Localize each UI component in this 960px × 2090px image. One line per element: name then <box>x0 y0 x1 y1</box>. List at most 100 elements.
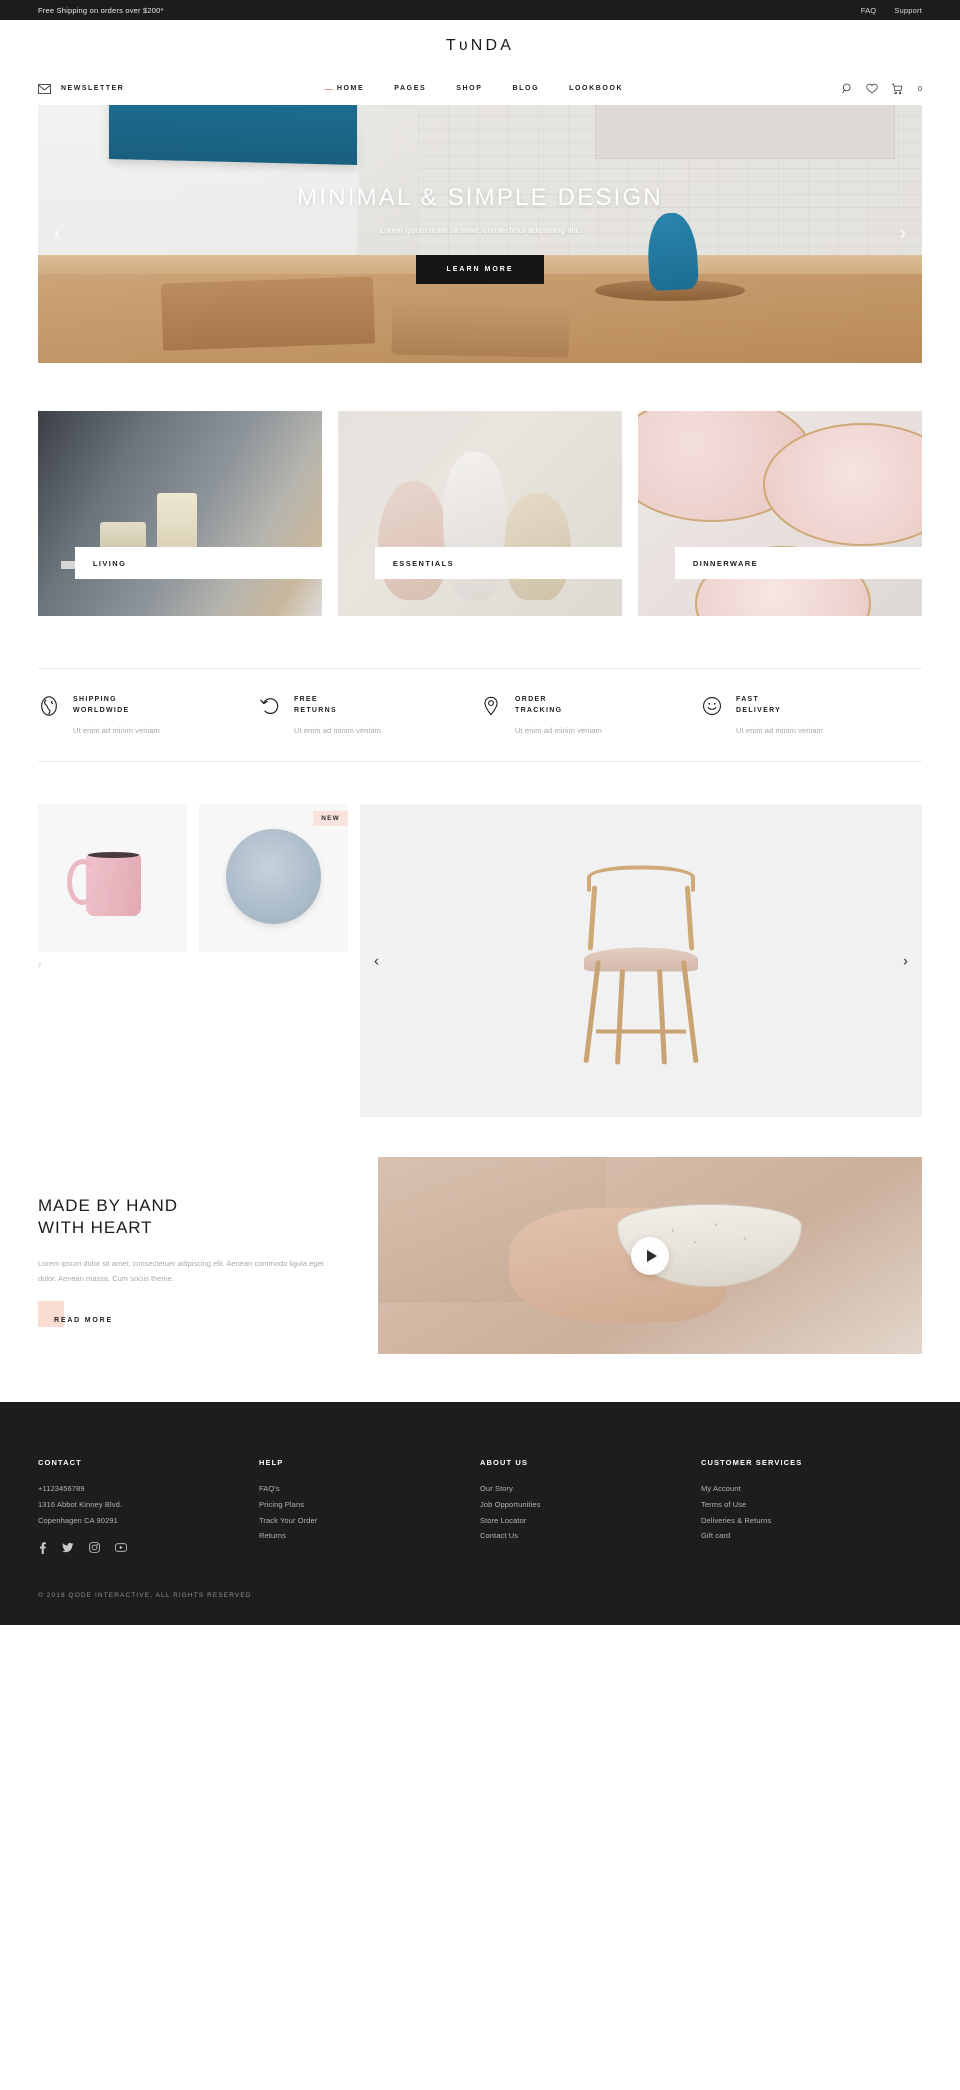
service-description: Ut enim ad minim veniam <box>515 726 602 735</box>
topbar-link-support[interactable]: Support <box>894 6 922 15</box>
hero-subtitle: Lorem ipsum dolor sit amet, consectetur … <box>379 225 581 235</box>
footer-column-about-us: ABOUT US Our Story Job Opportunities Sto… <box>480 1458 701 1554</box>
product-card-mug[interactable] <box>38 804 187 952</box>
product-image-blue-plate <box>225 829 322 924</box>
footer-link[interactable]: Track Your Order <box>259 1513 480 1529</box>
carousel-prev-arrow[interactable]: ‹ <box>374 953 379 968</box>
footer-link[interactable]: Our Story <box>480 1481 701 1497</box>
footer-link[interactable]: Deliveries & Returns <box>701 1513 922 1529</box>
divider-bottom <box>38 761 922 762</box>
service-free-returns: FREE RETURNS Ut enim ad minim veniam <box>259 695 480 735</box>
main-navigation: NEWSLETTER HOME PAGES SHOP BLOG LOOKBOOK… <box>0 72 960 105</box>
cart-icon[interactable] <box>891 83 903 95</box>
category-label-living: LIVING <box>74 547 322 580</box>
category-label-text: ESSENTIALS <box>392 558 454 568</box>
read-more-label: READ MORE <box>54 1316 113 1324</box>
footer-heading: CUSTOMER SERVICES <box>701 1458 803 1467</box>
category-card-essentials[interactable]: ESSENTIALS <box>338 411 622 616</box>
footer-link[interactable]: Job Opportunities <box>480 1497 701 1513</box>
footer-link[interactable]: Pricing Plans <box>259 1497 480 1513</box>
logo-row: TᴜNDA <box>0 20 960 72</box>
hero-learn-more-button[interactable]: LEARN MORE <box>416 254 544 284</box>
services-section: SHIPPING WORLDWIDE Ut enim ad minim veni… <box>38 668 922 762</box>
twitter-icon[interactable] <box>62 1542 74 1554</box>
footer-phone: +1123456789 <box>38 1484 85 1493</box>
hero-slider: ‹ › MINIMAL & SIMPLE DESIGN Lorem ipsum … <box>38 105 922 363</box>
new-badge: NEW <box>313 811 348 826</box>
envelope-icon <box>38 83 51 94</box>
cart-count: 0 <box>917 84 922 93</box>
site-footer: CONTACT +1123456789 1316 Abbot Kinney Bl… <box>0 1402 960 1626</box>
globe-icon <box>41 696 57 716</box>
search-icon[interactable] <box>842 83 853 94</box>
category-label-text: DINNERWARE <box>692 558 759 568</box>
category-card-living[interactable]: LIVING <box>38 411 322 616</box>
service-description: Ut enim ad minim veniam <box>736 726 823 735</box>
map-pin-icon <box>484 696 498 716</box>
about-title: MADE BY HAND WITH HEART <box>38 1196 178 1238</box>
about-text-column: MADE BY HAND WITH HEART Lorem ipsum dolo… <box>38 1157 338 1327</box>
service-description: Ut enim ad minim veniam <box>294 726 381 735</box>
footer-link[interactable]: My Account <box>701 1481 922 1497</box>
hero-next-arrow[interactable]: › <box>900 225 906 244</box>
play-triangle-icon <box>646 1249 657 1262</box>
nav-item-lookbook[interactable]: LOOKBOOK <box>569 85 623 92</box>
about-section: MADE BY HAND WITH HEART Lorem ipsum dolo… <box>38 1157 922 1354</box>
product-carousel: ‹ › <box>360 804 922 1117</box>
category-image-dinnerware <box>638 411 922 616</box>
service-title: FAST DELIVERY <box>736 696 782 714</box>
category-image-essentials <box>338 411 622 616</box>
footer-link[interactable]: FAQ's <box>259 1481 480 1497</box>
read-more-button[interactable]: READ MORE <box>38 1300 113 1327</box>
product-image-wooden-chair <box>566 853 716 1068</box>
product-card-plate[interactable]: NEW <box>199 804 348 952</box>
footer-link[interactable]: Gift card <box>701 1528 922 1544</box>
wishlist-heart-icon[interactable] <box>866 83 878 94</box>
topbar-link-faq[interactable]: FAQ <box>861 6 877 15</box>
category-image-living <box>38 411 322 616</box>
smiley-icon <box>703 697 721 715</box>
footer-columns: CONTACT +1123456789 1316 Abbot Kinney Bl… <box>38 1458 922 1555</box>
footer-link[interactable]: Terms of Use <box>701 1497 922 1513</box>
video-banner[interactable] <box>378 1157 922 1354</box>
stray-text: y <box>38 961 42 968</box>
carousel-next-arrow[interactable]: › <box>903 953 908 968</box>
nav-actions: 0 <box>842 83 922 95</box>
products-section: NEW y ‹ › <box>38 804 922 1117</box>
service-description: Ut enim ad minim veniam <box>73 726 160 735</box>
service-order-tracking: ORDER TRACKING Ut enim ad minim veniam <box>480 695 701 735</box>
instagram-icon[interactable] <box>89 1542 100 1554</box>
product-grid-column: NEW y <box>38 804 348 968</box>
social-links <box>38 1542 259 1555</box>
footer-heading: HELP <box>259 1458 284 1467</box>
nav-items: HOME PAGES SHOP BLOG LOOKBOOK <box>0 85 960 92</box>
footer-address-line-2: Copenhagen CA 90291 <box>38 1515 118 1525</box>
footer-column-contact: CONTACT +1123456789 1316 Abbot Kinney Bl… <box>38 1458 259 1555</box>
hero-prev-arrow[interactable]: ‹ <box>54 225 60 244</box>
nav-item-shop[interactable]: SHOP <box>456 85 482 92</box>
return-arrow-icon <box>260 698 279 714</box>
category-label-text: LIVING <box>92 558 127 568</box>
footer-link[interactable]: Returns <box>259 1528 480 1544</box>
footer-link[interactable]: Contact Us <box>480 1528 701 1544</box>
category-card-dinnerware[interactable]: DINNERWARE <box>638 411 922 616</box>
service-title: ORDER TRACKING <box>515 696 563 714</box>
nav-item-home[interactable]: HOME <box>324 85 364 92</box>
newsletter-link[interactable]: NEWSLETTER <box>38 83 124 94</box>
nav-item-blog[interactable]: BLOG <box>513 85 540 92</box>
hero-title: MINIMAL & SIMPLE DESIGN <box>297 184 663 212</box>
nav-item-pages[interactable]: PAGES <box>394 85 426 92</box>
category-label-essentials: ESSENTIALS <box>374 547 622 580</box>
facebook-icon[interactable] <box>38 1542 47 1555</box>
youtube-icon[interactable] <box>115 1542 127 1553</box>
category-label-dinnerware: DINNERWARE <box>674 547 922 580</box>
about-description: Lorem ipsum dolor sit amet, consectetuer… <box>38 1258 324 1284</box>
video-play-button[interactable] <box>631 1236 669 1275</box>
site-logo[interactable]: TᴜNDA <box>446 37 514 55</box>
footer-address-line-1: 1316 Abbot Kinney Blvd. <box>38 1499 123 1509</box>
footer-link[interactable]: Store Locator <box>480 1513 701 1529</box>
service-shipping-worldwide: SHIPPING WORLDWIDE Ut enim ad minim veni… <box>38 695 259 735</box>
product-image-pink-mug <box>66 851 141 917</box>
service-title: SHIPPING WORLDWIDE <box>73 696 130 714</box>
service-fast-delivery: FAST DELIVERY Ut enim ad minim veniam <box>701 695 922 735</box>
